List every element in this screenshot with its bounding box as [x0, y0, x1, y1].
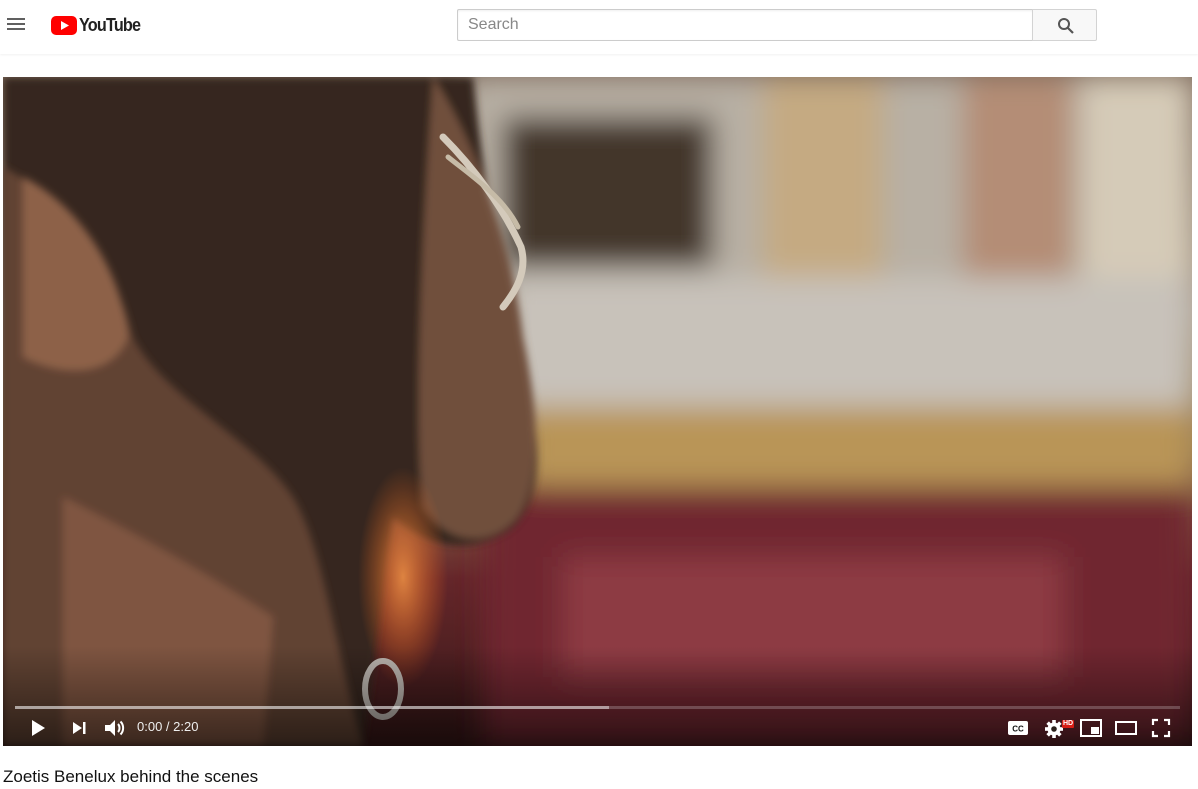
guide-menu-button[interactable] [2, 10, 30, 40]
duration: 2:20 [173, 719, 199, 734]
progress-bar[interactable] [15, 706, 1180, 709]
logo-wordmark: YouTube [79, 14, 141, 35]
next-button[interactable] [69, 718, 89, 738]
miniplayer-icon [1080, 719, 1102, 737]
theater-icon [1115, 721, 1137, 735]
hd-badge: HD [1062, 720, 1075, 728]
mute-button[interactable] [103, 717, 127, 739]
magnifier-icon [1058, 18, 1074, 34]
search-box [457, 9, 1033, 41]
play-icon [32, 720, 45, 736]
hamburger-menu-icon [7, 18, 25, 30]
next-icon [73, 722, 86, 734]
current-time: 0:00 [137, 719, 163, 734]
masthead: YouTube [0, 0, 1198, 54]
time-display: 0:00 / 2:20 [137, 719, 198, 734]
miniplayer-button[interactable] [1079, 717, 1103, 739]
video-player[interactable]: 0:00 / 2:20 CC HD [3, 77, 1192, 746]
play-button[interactable] [27, 717, 49, 739]
captions-button[interactable]: CC [1007, 719, 1029, 737]
video-title: Zoetis Benelux behind the scenes [3, 767, 259, 786]
captions-icon: CC [1008, 721, 1028, 735]
fullscreen-button[interactable] [1150, 717, 1172, 739]
progress-buffered [15, 706, 610, 709]
theater-mode-button[interactable] [1114, 717, 1138, 739]
search-input[interactable] [458, 10, 1033, 40]
svg-text:CC: CC [1012, 725, 1024, 734]
youtube-logo[interactable]: YouTube [51, 13, 147, 37]
search-button[interactable] [1032, 9, 1097, 41]
volume-icon [105, 720, 125, 736]
fullscreen-icon [1151, 718, 1171, 738]
youtube-play-logo-icon [51, 15, 77, 35]
time-separator: / [162, 719, 174, 734]
